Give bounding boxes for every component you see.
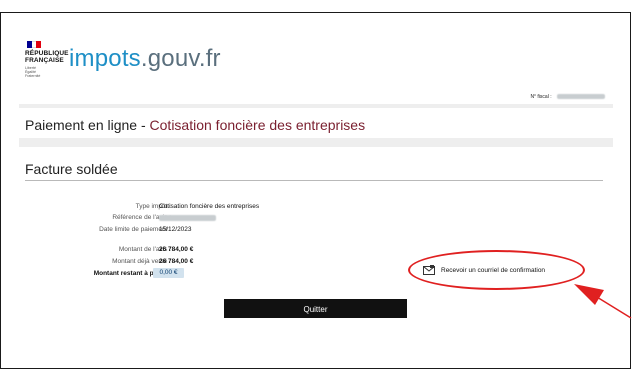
page-container: RÉPUBLIQUE FRANÇAISE Liberté Égalité Fra… [19, 38, 613, 331]
impots-gouv-logo[interactable]: impots.gouv.fr [69, 45, 221, 73]
type-value: Cotisation foncière des entreprises [159, 203, 260, 210]
devise-fraternite: Fraternité [25, 74, 41, 78]
remaining-value-badge: 0,00 € [153, 268, 184, 278]
amount-value: 26 784,00 € [159, 246, 194, 253]
logo-impots: impots [69, 45, 141, 72]
fiscal-value-redacted [557, 94, 605, 100]
confirmation-email-label: Recevoir un courriel de confirmation [441, 266, 546, 274]
republique-line2: FRANÇAISE [25, 56, 64, 64]
site-header: RÉPUBLIQUE FRANÇAISE Liberté Égalité Fra… [19, 38, 613, 104]
fiscal-label: N° fiscal : [530, 94, 552, 100]
annotation-arrow-icon [574, 284, 632, 319]
invoice-divider [25, 180, 603, 181]
devise: Liberté Égalité Fraternité [25, 66, 40, 78]
reference-value-redacted [159, 215, 216, 221]
invoice-title: Facture soldée [25, 161, 118, 177]
logo-gouv: .gouv.fr [140, 45, 221, 72]
payment-title-tax: Cotisation foncière des entreprises [149, 117, 366, 133]
payment-title-prefix: Paiement en ligne - [25, 117, 150, 133]
payment-title: Paiement en ligne - Cotisation foncière … [25, 117, 365, 133]
fiscal-number: N° fiscal : [530, 94, 605, 100]
confirmation-email-link[interactable]: Recevoir un courriel de confirmation [423, 263, 583, 277]
envelope-icon [423, 265, 435, 275]
due-value: 15/12/2023 [159, 226, 192, 233]
quit-button[interactable]: Quitter [224, 299, 407, 318]
republique-francaise-logo: RÉPUBLIQUE FRANÇAISE [25, 50, 69, 64]
paid-value: 26 784,00 € [159, 258, 194, 265]
marianne-flag-icon [27, 41, 42, 48]
